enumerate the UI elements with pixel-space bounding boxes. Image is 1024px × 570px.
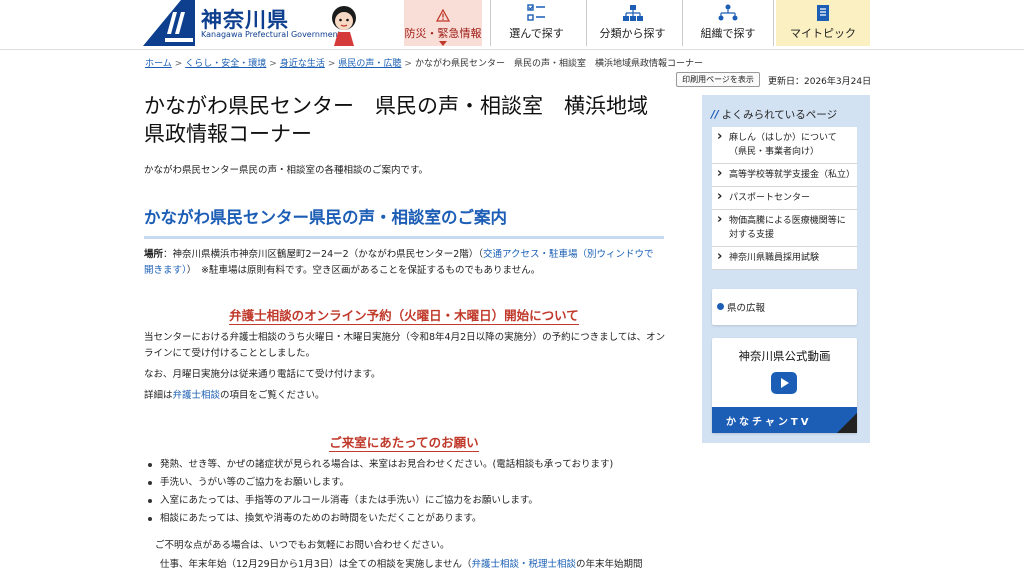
visit-request-heading: ご来室にあたってのお願い xyxy=(329,435,479,452)
nav-disaster-label: 防災・緊急情報 xyxy=(404,27,482,40)
sidebar-item-passport-center[interactable]: パスポートセンター xyxy=(712,187,857,210)
visit-request-list: 発熱、せき等、かぜの諸症状が見られる場合は、来室はお見合わせください。(電話相談… xyxy=(148,456,668,528)
video-channel-label: かなチャンTV xyxy=(726,416,812,428)
online-reservation-heading: 弁護士相談のオンライン予約（火曜日・木曜日）開始について xyxy=(229,308,579,325)
nav-my-topic[interactable]: マイトピック xyxy=(776,0,870,46)
logo-english-name: Kanagawa Prefectural Government xyxy=(201,30,341,39)
nav-choose-label: 選んで探す xyxy=(509,27,564,40)
video-channel-bar: かなチャンTV xyxy=(712,407,857,433)
nav-category-search[interactable]: 分類から探す xyxy=(586,0,678,46)
sidebar-item-medical-support[interactable]: 物価高騰による医療機関等に対する支援 xyxy=(712,210,857,247)
breadcrumb-public-voice-link[interactable]: 県民の声・広聴 xyxy=(338,59,401,69)
inquiry-text: ご不明な点がある場合は、いつでもお気軽にお問い合わせください。 xyxy=(155,540,450,551)
breadcrumb-current: かながわ県民センター 県民の声・相談室 横浜地域県政情報コーナー xyxy=(414,59,703,69)
nav-organization-label: 組織で探す xyxy=(700,27,756,40)
warning-icon xyxy=(436,9,450,22)
play-icon xyxy=(771,372,797,394)
popular-pages-heading: よくみられているページ xyxy=(711,107,837,122)
nav-choose-search[interactable]: 選んで探す xyxy=(490,0,582,46)
print-page-button[interactable]: 印刷用ページを表示 xyxy=(676,72,760,87)
breadcrumb-home-link[interactable]: ホーム xyxy=(145,59,172,69)
prefectural-pr-link[interactable]: 県の広報 xyxy=(712,289,857,325)
sidebar-item-tuition-support[interactable]: 高等学校等就学支援金（私立） xyxy=(712,164,857,187)
mascot-kanagawa-icon xyxy=(332,6,356,46)
lawyer-consultation-link[interactable]: 弁護士相談 xyxy=(173,390,221,401)
official-video-banner[interactable]: 神奈川県公式動画 かなチャンTV xyxy=(712,338,857,433)
place-address: ：神奈川県横浜市神奈川区鶴屋町2ー24ー2（かながわ県民センター2階）（ xyxy=(163,249,483,260)
holiday-notice-text: 仕事、年末年始（12月29日から1月3日）は全ての相談を実施しません（弁護士相談… xyxy=(160,559,643,570)
place-label: 場所 xyxy=(144,249,164,260)
sidebar-item-employment-exam[interactable]: 神奈川県職員採用試験 xyxy=(712,247,857,270)
nav-mytopic-label: マイトピック xyxy=(790,27,856,40)
list-item: 発熱、せき等、かぜの諸症状が見られる場合は、来室はお見合わせください。(電話相談… xyxy=(148,456,668,474)
breadcrumb-living-link[interactable]: くらし・安全・環境 xyxy=(185,59,266,69)
sidebar-item-measles[interactable]: 麻しん（はしか）について（県民・事業者向け） xyxy=(712,127,857,164)
parking-note: ） ※駐車場は原則有料です。空き区画があることを保証するものでもありません。 xyxy=(186,265,541,276)
popular-pages-list: 麻しん（はしか）について（県民・事業者向け） 高等学校等就学支援金（私立） パス… xyxy=(712,127,857,270)
video-title: 神奈川県公式動画 xyxy=(738,349,831,363)
organization-icon xyxy=(718,4,738,21)
site-header: 神奈川県 Kanagawa Prefectural Government 防災・… xyxy=(0,0,1024,50)
nav-category-label: 分類から探す xyxy=(599,27,666,40)
document-icon xyxy=(817,5,829,21)
nav-disaster-info[interactable]: 防災・緊急情報 xyxy=(404,0,482,46)
monday-phone-text: なお、月曜日実施分は従来通り電話にて受け付けます。 xyxy=(144,369,381,380)
hierarchy-icon xyxy=(622,5,643,21)
checklist-icon xyxy=(526,4,545,21)
online-reservation-text: 当センターにおける弁護士相談のうち火曜日・木曜日実施分（令和8年4月2日以降の実… xyxy=(144,332,666,359)
lead-text: かながわ県民センター県民の声・相談室の各種相談のご案内です。 xyxy=(144,165,429,176)
breadcrumb-daily-life-link[interactable]: 身近な生活 xyxy=(280,59,325,69)
nav-organization-search[interactable]: 組織で探す xyxy=(682,0,774,46)
breadcrumb: ホーム > くらし・安全・環境 > 身近な生活 > 県民の声・広聴 > かながわ県民センター 県… xyxy=(145,59,703,69)
list-item: 相談にあたっては、換気や消毒のためのお時間をいただくことがあります。 xyxy=(148,510,668,528)
detail-text: 詳細は弁護士相談の項目をご覧ください。 xyxy=(144,390,325,401)
section-heading: かながわ県民センター県民の声・相談室のご案内 xyxy=(144,204,664,239)
page-title: かながわ県民センター 県民の声・相談室 横浜地域県政情報コーナー xyxy=(144,94,648,146)
list-item: 入室にあたっては、手指等のアルコール消毒（または手洗い）にご協力をお願いします。 xyxy=(148,492,668,510)
corner-arrow-icon xyxy=(837,413,857,433)
place-info: 場所：神奈川県横浜市神奈川区鶴屋町2ー24ー2（かながわ県民センター2階）（交通… xyxy=(144,247,660,279)
chevron-down-icon xyxy=(439,41,447,46)
updated-date: 更新日：2026年3月24日 xyxy=(768,77,872,87)
kanagawa-emblem-icon xyxy=(143,0,195,46)
list-item: 手洗い、うがい等のご協力をお願いします。 xyxy=(148,474,668,492)
